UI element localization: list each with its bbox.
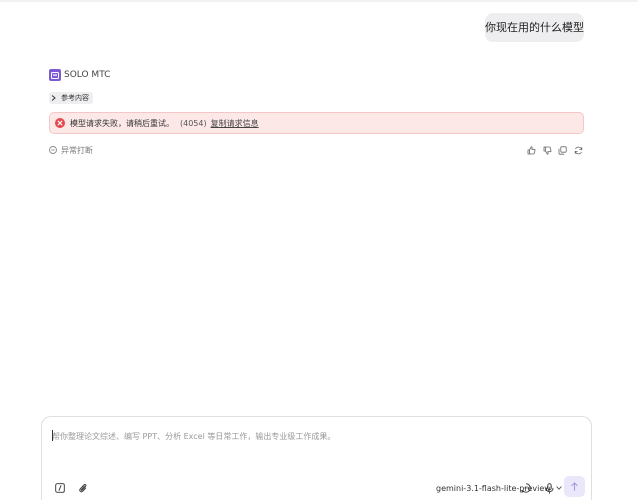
chevron-down-icon xyxy=(556,486,562,490)
error-code: (4054) xyxy=(180,118,207,128)
agent-square-icon xyxy=(49,69,61,81)
refresh-icon[interactable] xyxy=(574,146,583,155)
model-name: gemini-3.1-flash-lite-preview xyxy=(436,483,551,493)
agent-name: SOLO MTC xyxy=(64,70,111,80)
abnormal-status-label: 异常打断 xyxy=(61,145,93,155)
chat-mode-button[interactable] xyxy=(519,481,533,495)
thumbs-down-icon[interactable] xyxy=(543,146,552,155)
user-message-bubble: 你现在用的什么模型 xyxy=(485,13,584,42)
message-actions xyxy=(527,145,583,155)
copy-icon[interactable] xyxy=(558,145,567,155)
top-divider xyxy=(0,0,638,2)
error-circle-icon xyxy=(55,118,65,128)
reference-content-toggle[interactable]: 参考内容 xyxy=(49,92,93,104)
text-cursor xyxy=(52,430,53,441)
copy-request-info-link[interactable]: 复制请求信息 xyxy=(211,118,259,129)
error-message-box: 模型请求失败，请稍后重试。 (4054) 复制请求信息 xyxy=(49,112,584,134)
voice-input-button[interactable] xyxy=(542,481,556,495)
attach-file-button[interactable] xyxy=(76,481,90,495)
message-input[interactable] xyxy=(52,429,572,443)
thumbs-up-icon[interactable] xyxy=(527,145,536,155)
send-button[interactable] xyxy=(564,476,585,497)
reference-chip-label: 参考内容 xyxy=(61,94,89,102)
chevron-right-icon xyxy=(51,95,56,101)
message-composer: gemini-3.1-flash-lite-preview xyxy=(41,416,592,500)
agent-header: SOLO MTC xyxy=(49,69,110,81)
slash-command-button[interactable] xyxy=(53,481,67,495)
chat-bubble-icon xyxy=(521,483,531,493)
minus-circle-icon xyxy=(49,146,57,154)
error-message-text: 模型请求失败，请稍后重试。 xyxy=(70,118,174,128)
microphone-icon xyxy=(545,482,553,494)
abnormal-interrupt-status: 异常打断 xyxy=(49,145,93,155)
slash-command-icon xyxy=(55,483,65,493)
paperclip-icon xyxy=(79,483,87,492)
arrow-up-icon xyxy=(571,482,578,491)
user-message-text: 你现在用的什么模型 xyxy=(485,21,584,34)
